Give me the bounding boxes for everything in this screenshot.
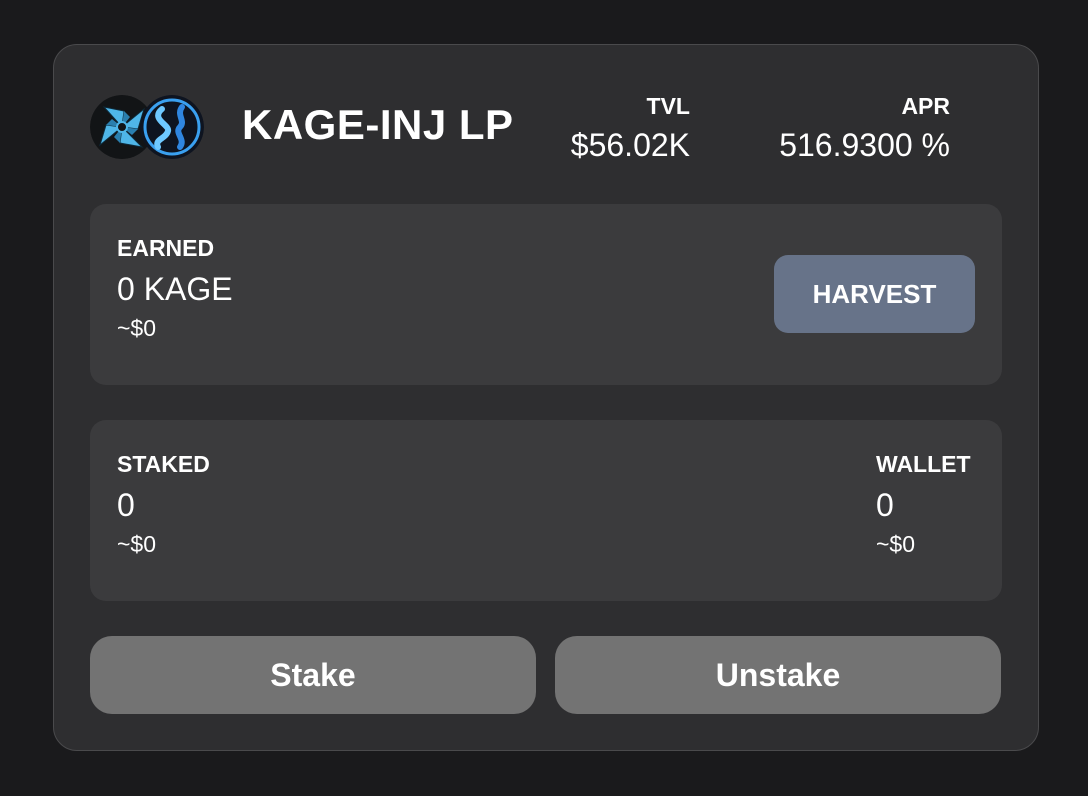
inj-token-icon <box>140 95 204 159</box>
apr-value: 516.9300 % <box>779 127 950 163</box>
earned-label: EARNED <box>117 235 215 261</box>
tvl-stat: TVL $56.02K <box>571 93 690 163</box>
earned-block: EARNED 0 KAGE ~$0 <box>117 235 233 341</box>
staked-usd: ~$0 <box>117 531 157 557</box>
staked-label: STAKED <box>117 451 210 477</box>
apr-label: APR <box>901 93 950 119</box>
wallet-label: WALLET <box>876 451 971 477</box>
stake-button[interactable]: Stake <box>90 636 536 714</box>
farm-card: KAGE-INJ LP TVL $56.02K APR 516.9300 % E… <box>53 44 1039 751</box>
pool-name: KAGE-INJ LP <box>242 101 514 148</box>
token-pair-icons <box>90 95 208 159</box>
wallet-amount: 0 <box>876 487 894 523</box>
earned-amount: 0 KAGE <box>117 271 233 307</box>
unstake-button[interactable]: Unstake <box>555 636 1001 714</box>
staked-amount: 0 <box>117 487 135 523</box>
earned-panel: EARNED 0 KAGE ~$0 HARVEST <box>90 204 1002 385</box>
apr-stat: APR 516.9300 % <box>779 93 950 163</box>
tvl-label: TVL <box>646 93 690 119</box>
harvest-button[interactable]: HARVEST <box>774 255 975 333</box>
farm-header: KAGE-INJ LP TVL $56.02K APR 516.9300 % <box>90 93 976 163</box>
earned-usd: ~$0 <box>117 315 157 341</box>
wallet-block: WALLET 0 ~$0 <box>876 451 971 557</box>
wallet-usd: ~$0 <box>876 531 916 557</box>
tvl-value: $56.02K <box>570 127 690 163</box>
balances-panel: STAKED 0 ~$0 WALLET 0 ~$0 <box>90 420 1002 601</box>
staked-block: STAKED 0 ~$0 <box>117 451 210 557</box>
